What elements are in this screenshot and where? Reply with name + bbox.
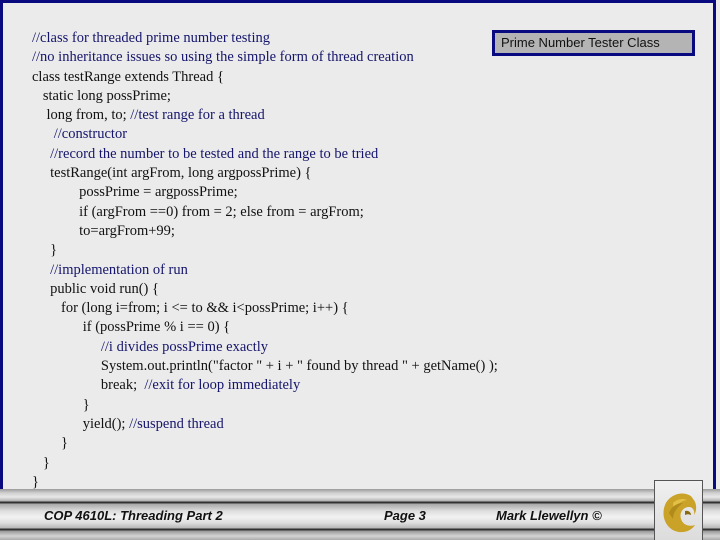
code-comment: //no inheritance issues so using the sim… — [32, 49, 414, 66]
code-line: } — [32, 241, 498, 260]
code-line: if (argFrom ==0) from = 2; else from = a… — [32, 203, 498, 222]
code-text: if (argFrom ==0) from = 2; else from = a… — [32, 203, 364, 220]
code-text: } — [32, 242, 58, 259]
footer-course: COP 4610L: Threading Part 2 — [44, 508, 223, 523]
code-comment: //test range for a thread — [130, 107, 265, 124]
code-comment: //implementation of run — [50, 261, 188, 278]
code-text: yield(); — [32, 415, 130, 432]
slide-title-box: Prime Number Tester Class — [492, 30, 695, 56]
code-text: testRange(int argFrom, long argpossPrime… — [32, 165, 312, 182]
code-line: System.out.println("factor " + i + " fou… — [32, 357, 498, 376]
code-line: testRange(int argFrom, long argpossPrime… — [32, 164, 498, 183]
code-line: to=argFrom+99; — [32, 222, 498, 241]
code-line: //class for threaded prime number testin… — [32, 29, 498, 48]
code-comment: //suspend thread — [129, 415, 224, 432]
code-text: } — [32, 396, 90, 413]
code-comment: //constructor — [53, 126, 128, 143]
code-text: public void run() { — [32, 280, 159, 297]
code-comment: //class for threaded prime number testin… — [32, 30, 270, 46]
code-line: //no inheritance issues so using the sim… — [32, 48, 498, 67]
code-text: break; — [32, 377, 145, 394]
footer-author: Mark Llewellyn © — [496, 508, 602, 523]
code-text: } — [32, 454, 50, 471]
code-comment: //i divides possPrime exactly — [100, 338, 269, 355]
slide-title: Prime Number Tester Class — [501, 35, 660, 50]
code-line: long from, to; //test range for a thread — [32, 106, 498, 125]
code-text: class testRange extends Thread { — [32, 68, 224, 85]
code-line: for (long i=from; i <= to && i<possPrime… — [32, 299, 498, 318]
code-line: //i divides possPrime exactly — [32, 338, 498, 357]
code-text: if (possPrime % i == 0) { — [32, 319, 231, 336]
code-line: //record the number to be tested and the… — [32, 145, 498, 164]
code-line: //implementation of run — [32, 261, 498, 280]
code-line: } — [32, 434, 498, 453]
code-line: } — [32, 454, 498, 473]
code-line: if (possPrime % i == 0) { — [32, 318, 498, 337]
code-line: static long possPrime; — [32, 87, 498, 106]
code-text: long from, to; — [32, 107, 131, 124]
footer-page-number: Page 3 — [384, 508, 426, 523]
code-text: static long possPrime; — [32, 87, 171, 104]
code-line: class testRange extends Thread { — [32, 68, 498, 87]
pegasus-logo-icon — [663, 493, 697, 533]
code-text: } — [32, 435, 68, 452]
code-block: //class for threaded prime number testin… — [32, 29, 498, 492]
code-line: public void run() { — [32, 280, 498, 299]
code-text: } — [32, 473, 39, 490]
code-line: yield(); //suspend thread — [32, 415, 498, 434]
code-line: break; //exit for loop immediately — [32, 376, 498, 395]
code-text: to=argFrom+99; — [32, 222, 175, 239]
logo-box — [654, 480, 703, 540]
code-text: possPrime = argpossPrime; — [32, 184, 238, 201]
code-text: for (long i=from; i <= to && i<possPrime… — [32, 300, 349, 317]
code-text: System.out.println("factor " + i + " fou… — [32, 358, 498, 375]
code-comment: //exit for loop immediately — [144, 377, 301, 394]
code-line: } — [32, 396, 498, 415]
code-line: possPrime = argpossPrime; — [32, 183, 498, 202]
code-comment: //record the number to be tested and the… — [50, 145, 379, 162]
code-line: //constructor — [32, 125, 498, 144]
